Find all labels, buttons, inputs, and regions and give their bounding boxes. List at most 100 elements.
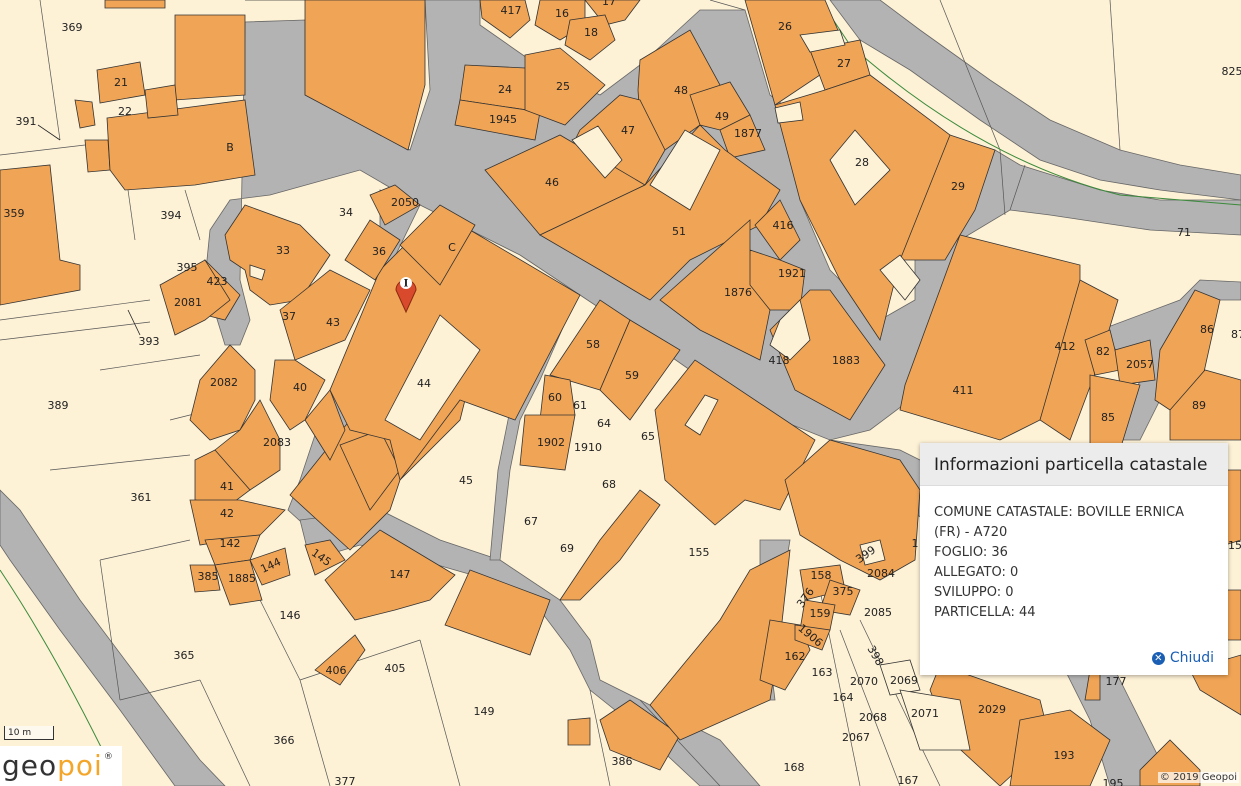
parcel-label: 369 (62, 21, 83, 34)
parcel-label: 1885 (228, 572, 256, 585)
geopoi-logo[interactable]: geopoi® (0, 746, 122, 786)
popup-line-allegato: ALLEGATO: 0 (934, 565, 1019, 580)
close-icon: ✕ (1151, 651, 1165, 665)
parcel-label: 43 (326, 316, 340, 329)
parcel-label: 29 (951, 180, 965, 193)
parcel-label: 375 (833, 585, 854, 598)
popup-line-foglio: FOGLIO: 36 (934, 545, 1008, 560)
parcel-label: 163 (812, 666, 833, 679)
close-label: Chiudi (1169, 650, 1214, 666)
parcel-label: B (226, 141, 234, 154)
parcel-label: 177 (1106, 675, 1127, 688)
parcel-label: 60 (548, 391, 562, 404)
parcel-label: 164 (833, 691, 854, 704)
parcel-label: 2084 (867, 567, 895, 580)
popup-line-sviluppo: SVILUPPO: 0 (934, 585, 1014, 600)
parcel-label: 67 (524, 515, 538, 528)
parcel-label: 87 (1231, 328, 1241, 341)
parcel-label: 162 (785, 650, 806, 663)
parcel-label: 2057 (1126, 358, 1154, 371)
parcel-label: 64 (597, 417, 611, 430)
popup-title: Informazioni particella catastale (920, 443, 1228, 486)
parcel-label: 58 (586, 338, 600, 351)
scale-bar: 10 m (4, 726, 54, 740)
popup-line-comune: COMUNE CATASTALE: BOVILLE ERNICA (FR) - … (934, 505, 1184, 540)
parcel-label: 365 (174, 649, 195, 662)
parcel-label: 71 (1177, 226, 1191, 239)
popup-body: COMUNE CATASTALE: BOVILLE ERNICA (FR) - … (920, 486, 1228, 623)
parcel-label: 146 (280, 609, 301, 622)
parcel-label: 34 (339, 206, 353, 219)
parcel-label: 155 (689, 546, 710, 559)
parcel-label: 1 (912, 537, 919, 550)
parcel-label: 68 (602, 478, 616, 491)
parcel-label: 16 (555, 7, 569, 20)
parcel-label: 28 (855, 156, 869, 169)
parcel-label: 386 (612, 755, 633, 768)
parcel-label: 149 (474, 705, 495, 718)
parcel-label: 40 (293, 381, 307, 394)
parcel-label: 26 (778, 20, 792, 33)
parcel-label: 1910 (574, 441, 602, 454)
parcel-label: 406 (326, 664, 347, 677)
parcel-label: 25 (556, 80, 570, 93)
parcel-label: 193 (1054, 749, 1075, 762)
parcel-label: 412 (1055, 340, 1076, 353)
parcel-label: 2083 (263, 436, 291, 449)
parcel-label: 27 (837, 57, 851, 70)
parcel-label: 825 (1222, 65, 1241, 78)
logo-part-poi: poi (57, 749, 103, 782)
parcel-label: 44 (417, 377, 431, 390)
scale-label: 10 m (8, 728, 32, 738)
popup-line-particella: PARTICELLA: 44 (934, 605, 1036, 620)
parcel-label: 24 (498, 83, 512, 96)
parcel-label: 2071 (911, 707, 939, 720)
parcel-label: 391 (16, 115, 37, 128)
parcel-label: 65 (641, 430, 655, 443)
parcel-label: 359 (4, 207, 25, 220)
parcel-label: 2067 (842, 731, 870, 744)
parcel-label: 2068 (859, 711, 887, 724)
copyright-notice: © 2019 Geopoi (1157, 772, 1239, 783)
parcel-label: 21 (114, 76, 128, 89)
parcel-label: 61 (573, 399, 587, 412)
parcel-label: 2050 (391, 196, 419, 209)
parcel-label: 366 (274, 734, 295, 747)
parcel-label: 389 (48, 399, 69, 412)
parcel-label: 2085 (864, 606, 892, 619)
parcel-label: 385 (198, 570, 219, 583)
parcel-label: 48 (674, 84, 688, 97)
parcel-label: 393 (139, 335, 160, 348)
parcel-label: 82 (1096, 345, 1110, 358)
parcel-label: 85 (1101, 411, 1115, 424)
parcel-label: 89 (1192, 399, 1206, 412)
parcel-label: 1902 (537, 436, 565, 449)
parcel-label: 41 (220, 480, 234, 493)
parcel-label: 394 (161, 209, 182, 222)
parcel-label: 1921 (778, 267, 806, 280)
parcel-label: 86 (1200, 323, 1214, 336)
close-button[interactable]: ✕ Chiudi (1151, 650, 1214, 666)
parcel-label: 69 (560, 542, 574, 555)
parcel-label: 15 (1228, 539, 1241, 552)
parcel-label: 59 (625, 369, 639, 382)
parcel-label: 158 (811, 569, 832, 582)
parcel-label: 417 (501, 4, 522, 17)
parcel-label: 22 (118, 105, 132, 118)
parcel-label: 411 (953, 384, 974, 397)
parcel-label: 159 (810, 607, 831, 620)
parcel-label: 18 (584, 26, 598, 39)
parcel-label: 377 (335, 775, 356, 786)
parcel-label: 1877 (734, 127, 762, 140)
parcel-label: C (448, 241, 456, 254)
parcel-label: 2070 (850, 675, 878, 688)
parcel-label: 2029 (978, 703, 1006, 716)
parcel-label: 1945 (489, 113, 517, 126)
parcel-label: 47 (621, 124, 635, 137)
parcel-label: 45 (459, 474, 473, 487)
parcel-label: 46 (545, 176, 559, 189)
parcel-label: 2081 (174, 296, 202, 309)
parcel-label: 2069 (890, 674, 918, 687)
parcel-label: 418 (769, 354, 790, 367)
parcel-label: 147 (390, 568, 411, 581)
